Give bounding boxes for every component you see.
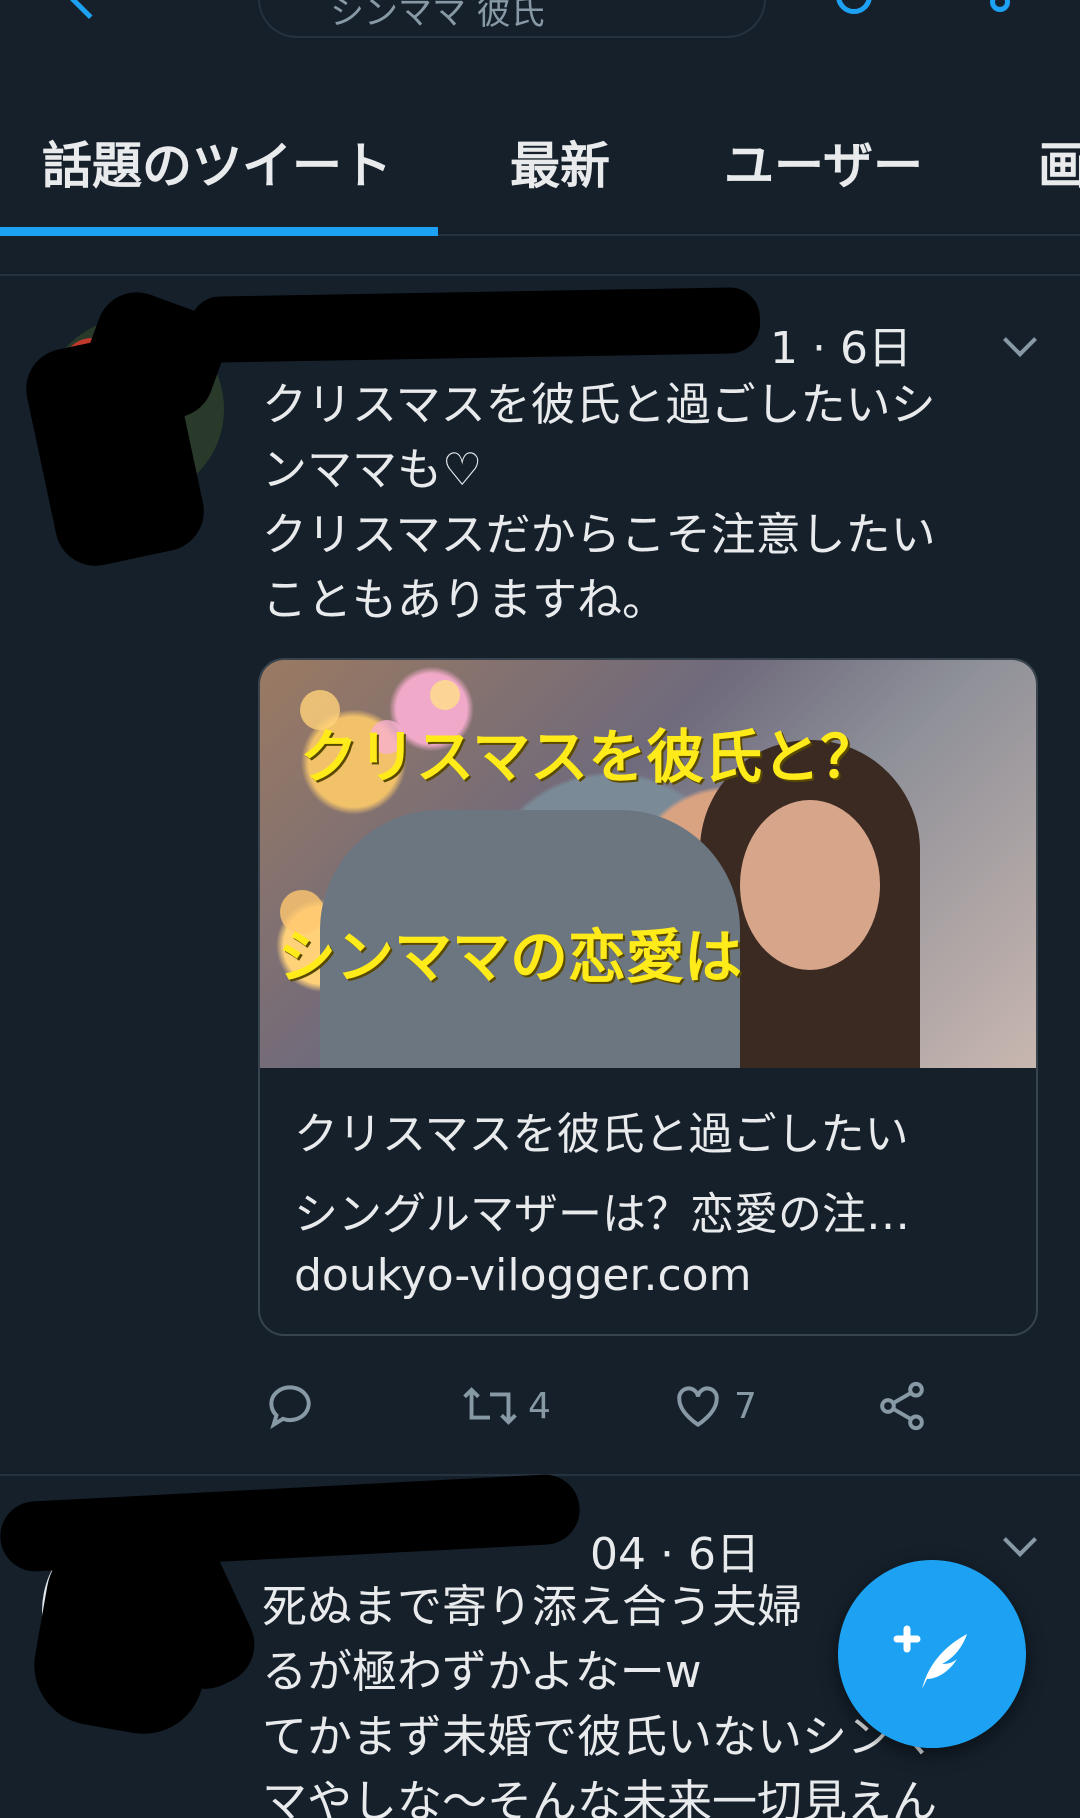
divider: [0, 274, 1080, 276]
link-card[interactable]: クリスマスを彼氏と？ シンママの恋愛は クリスマスを彼氏と過ごしたい シングルマ…: [258, 658, 1038, 1336]
tweet-actions: 4 7: [0, 1376, 1080, 1436]
active-tab-indicator: [0, 227, 438, 236]
share-button[interactable]: [874, 1376, 930, 1436]
tab-images[interactable]: 画: [1038, 126, 1080, 198]
share-icon: [880, 1381, 924, 1431]
card-image: クリスマスを彼氏と？ シンママの恋愛は: [260, 660, 1036, 1068]
like-count: 7: [734, 1385, 757, 1427]
compose-button[interactable]: [838, 1560, 1026, 1748]
tweet-meta: 04 · 6日: [590, 1529, 760, 1580]
tweet-time: 6日: [839, 323, 912, 374]
card-image-caption: クリスマスを彼氏と？: [300, 723, 879, 791]
retweet-count: 4: [528, 1385, 551, 1427]
redaction-mark: [189, 287, 761, 363]
tweet-meta: 1 · 6日: [770, 323, 912, 374]
handle-tail: 04: [590, 1529, 646, 1580]
search-query: シンママ 彼氏: [330, 0, 545, 33]
tab-users[interactable]: ユーザー: [724, 126, 923, 198]
card-domain: doukyo-vilogger.com: [294, 1250, 752, 1301]
chevron-down-icon[interactable]: [1003, 1523, 1037, 1557]
tab-latest[interactable]: 最新: [510, 126, 610, 198]
search-tabs: 話題のツイート 最新 ユーザー 画: [0, 98, 1080, 236]
tweet-time: 6日: [687, 1529, 760, 1580]
handle-tail: 1: [770, 323, 798, 374]
tweet-text: クリスマスを彼氏と過ごしたいシ ンママも♡ クリスマスだからこそ注意したい こと…: [262, 378, 936, 626]
search-input[interactable]: シンママ 彼氏: [258, 0, 766, 38]
like-icon: [677, 1386, 719, 1428]
retweet-button[interactable]: 4: [460, 1376, 551, 1436]
top-bar: シンママ 彼氏: [0, 0, 1080, 60]
card-image-caption: シンママの恋愛は: [278, 923, 743, 991]
search-icon[interactable]: [836, 0, 872, 14]
card-title: クリスマスを彼氏と過ごしたい: [294, 1109, 909, 1160]
more-icon[interactable]: [990, 0, 1010, 12]
reply-icon: [269, 1385, 311, 1430]
retweet-icon: [463, 1387, 517, 1425]
tab-top-tweets[interactable]: 話題のツイート: [42, 126, 392, 198]
like-button[interactable]: 7: [670, 1376, 757, 1436]
card-title: シングルマザーは？恋愛の注…: [294, 1189, 910, 1240]
reply-button[interactable]: [262, 1376, 318, 1436]
chevron-down-icon[interactable]: [1003, 323, 1037, 357]
compose-icon: [893, 1625, 967, 1689]
back-arrow-icon[interactable]: [64, 0, 114, 20]
